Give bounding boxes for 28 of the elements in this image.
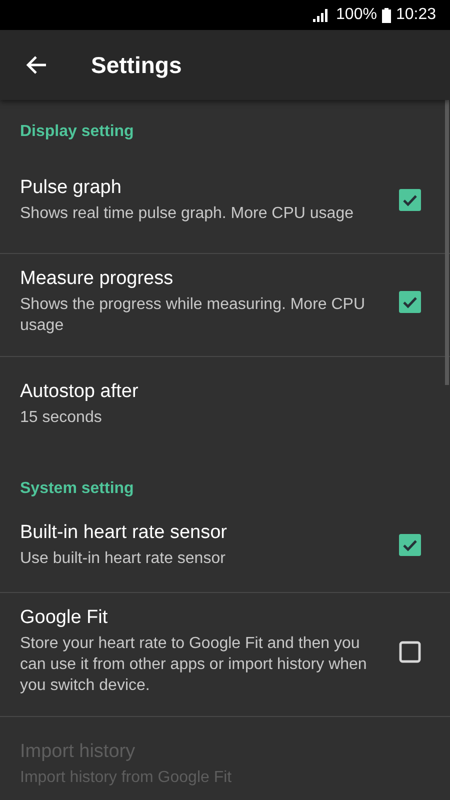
setting-summary: Store your heart rate to Google Fit and then you can use it from other apps or import history when you switch device. <box>20 634 368 696</box>
setting-title: Built-in heart rate sensor <box>20 522 228 544</box>
battery-icon <box>382 8 391 22</box>
section-header: Display setting <box>19 122 135 142</box>
setting-item[interactable]: Autostop after 15 seconds <box>0 357 450 457</box>
setting-title: Google Fit <box>20 607 109 629</box>
setting-title: Measure progress <box>20 268 174 290</box>
setting-title: Pulse graph <box>20 176 122 198</box>
screen-title: Settings <box>91 52 182 78</box>
setting-summary: 15 seconds <box>20 408 103 428</box>
signal-icon <box>313 8 330 22</box>
clock: 10:23 <box>396 6 436 24</box>
checkbox[interactable] <box>399 291 421 313</box>
section-header: System setting <box>19 479 135 499</box>
setting-summary: Use built-in heart rate sensor <box>20 548 226 568</box>
battery-percentage: 100% <box>336 6 377 24</box>
setting-item[interactable]: Measure progress Shows the progress while measuring. More CPU usage <box>0 254 450 356</box>
scrollbar[interactable] <box>445 100 449 385</box>
back-icon[interactable] <box>25 55 47 75</box>
setting-summary: Shows the progress while measuring. More CPU usage <box>20 295 366 336</box>
setting-title: Autostop after <box>20 380 140 402</box>
checkbox[interactable] <box>399 640 421 662</box>
checkbox[interactable] <box>399 534 421 556</box>
setting-item[interactable]: Built-in heart rate sensor Use built-in heart rate sensor <box>0 510 450 592</box>
setting-item[interactable]: Google Fit Store your heart rate to Google Fit and then you can use it from other apps or import history when you switch device. <box>0 593 450 716</box>
setting-item[interactable]: Pulse graph Shows real time pulse graph. More CPU usage <box>0 153 450 253</box>
checkbox[interactable] <box>399 189 421 211</box>
setting-summary: Shows real time pulse graph. More CPU usage <box>20 204 354 224</box>
